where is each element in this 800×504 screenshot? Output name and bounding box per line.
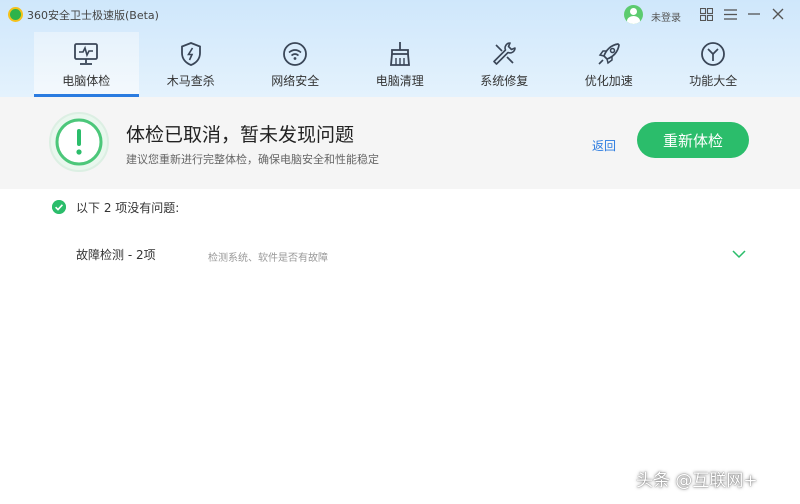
wrench-icon: [493, 42, 517, 65]
nav-item-toolbox[interactable]: 功能大全: [661, 32, 766, 97]
nav-label: 功能大全: [689, 74, 738, 88]
menu-icon: [723, 8, 737, 20]
login-link[interactable]: 未登录: [651, 9, 681, 24]
title-bar: 360安全卫士极速版(Beta) 未登录: [0, 0, 800, 30]
monitor-icon: [74, 43, 99, 65]
nav-label: 系统修复: [480, 74, 529, 88]
app-logo-icon: [8, 7, 23, 22]
status-subtitle: 建议您重新进行完整体检，确保电脑安全和性能稳定: [126, 153, 379, 166]
nav-label: 电脑清理: [375, 74, 424, 88]
wifi-icon: [283, 42, 308, 66]
toolbox-icon: [701, 42, 726, 66]
result-item-description: 检测系统、软件是否有故障: [208, 253, 328, 264]
warning-exclamation-icon: [49, 112, 109, 172]
close-button[interactable]: [770, 6, 786, 22]
results-summary: 以下 2 项没有问题:: [76, 201, 180, 215]
result-item-title: 故障检测 - 2项: [76, 248, 156, 262]
check-circle-icon: [52, 200, 66, 214]
nav-item-speedup[interactable]: 优化加速: [557, 32, 662, 97]
app-title: 360安全卫士极速版(Beta): [27, 9, 159, 22]
grid-icon: [699, 7, 713, 21]
shield-icon: [180, 42, 201, 66]
nav-item-system-repair[interactable]: 系统修复: [452, 32, 557, 97]
skin-grid-button[interactable]: [698, 6, 714, 22]
rocket-icon: [598, 43, 620, 65]
nav-label: 电脑体检: [62, 74, 111, 88]
nav-label: 优化加速: [584, 74, 633, 88]
nav-item-network-security[interactable]: 网络安全: [243, 32, 348, 97]
main-nav: 电脑体检 木马查杀 网络安全 电脑清理 系统修复 优化加速 功能大全: [34, 32, 766, 97]
nav-label: 网络安全: [271, 74, 320, 88]
back-link[interactable]: 返回: [592, 137, 616, 154]
recheck-button[interactable]: 重新体检: [637, 122, 749, 158]
nav-item-cleanup[interactable]: 电脑清理: [348, 32, 453, 97]
status-title: 体检已取消，暂未发现问题: [126, 124, 355, 146]
user-avatar-icon[interactable]: [624, 5, 643, 24]
menu-button[interactable]: [722, 6, 738, 22]
nav-label: 木马查杀: [166, 74, 215, 88]
minimize-button[interactable]: [746, 6, 762, 22]
nav-item-trojan-scan[interactable]: 木马查杀: [139, 32, 244, 97]
top-bar: 360安全卫士极速版(Beta) 未登录 电脑体检 木马查杀 网络安全 电脑清理…: [0, 0, 800, 97]
chevron-down-icon[interactable]: [732, 249, 746, 259]
broom-icon: [389, 42, 410, 66]
minimize-icon: [748, 13, 760, 15]
watermark: 头条 @互联网+: [636, 471, 758, 491]
status-panel: 体检已取消，暂未发现问题 建议您重新进行完整体检，确保电脑安全和性能稳定 返回 …: [0, 97, 800, 189]
nav-item-checkup[interactable]: 电脑体检: [34, 32, 139, 97]
close-icon: [772, 8, 784, 20]
